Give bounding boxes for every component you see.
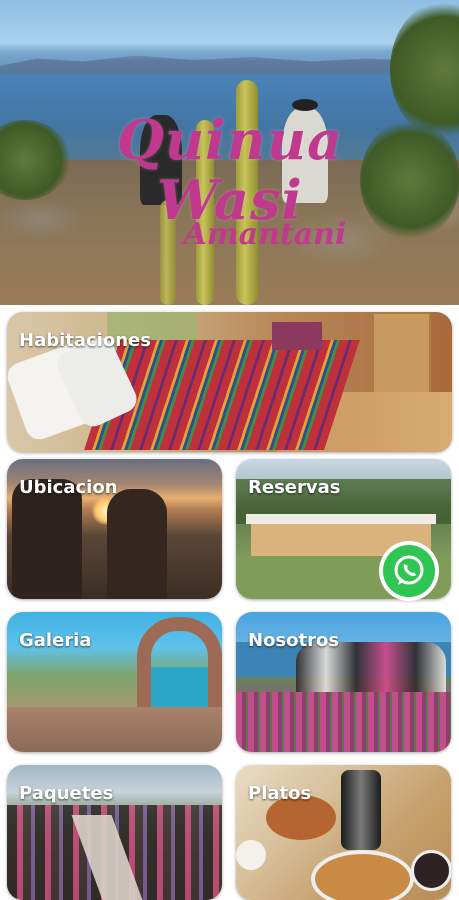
card-reservas-label: Reservas: [248, 477, 341, 498]
hero-banner: Quinua Wasi Amantani: [0, 0, 459, 305]
thermos: [341, 770, 381, 850]
card-paquetes-label: Paquetes: [19, 783, 114, 804]
plate: [311, 850, 414, 900]
flowers: [236, 692, 451, 752]
stone-arch: [107, 489, 167, 599]
lodge-roof: [246, 514, 436, 524]
whatsapp-button[interactable]: [383, 545, 435, 597]
cup: [236, 840, 266, 870]
brand-logo-line1: Quinua Wasi: [116, 108, 344, 232]
brand-logo-line2: Amantani: [183, 217, 347, 252]
bowl: [411, 850, 451, 891]
card-habitaciones-label: Habitaciones: [19, 330, 151, 351]
brand-logo: Quinua Wasi Amantani: [60, 110, 400, 250]
card-ubicacion[interactable]: Ubicacion: [7, 459, 222, 599]
card-platos-label: Platos: [248, 783, 312, 804]
card-habitaciones[interactable]: Habitaciones: [7, 312, 452, 452]
card-paquetes[interactable]: Paquetes: [7, 765, 222, 900]
card-nosotros[interactable]: Nosotros: [236, 612, 451, 752]
card-ubicacion-label: Ubicacion: [19, 477, 118, 498]
whatsapp-icon: [394, 555, 424, 585]
card-galeria[interactable]: Galeria: [7, 612, 222, 752]
card-nosotros-label: Nosotros: [248, 630, 340, 651]
stone-wall: [7, 707, 222, 752]
card-platos[interactable]: Platos: [236, 765, 451, 900]
card-galeria-label: Galeria: [19, 630, 92, 651]
side-table: [272, 322, 322, 350]
room-door: [372, 312, 431, 396]
